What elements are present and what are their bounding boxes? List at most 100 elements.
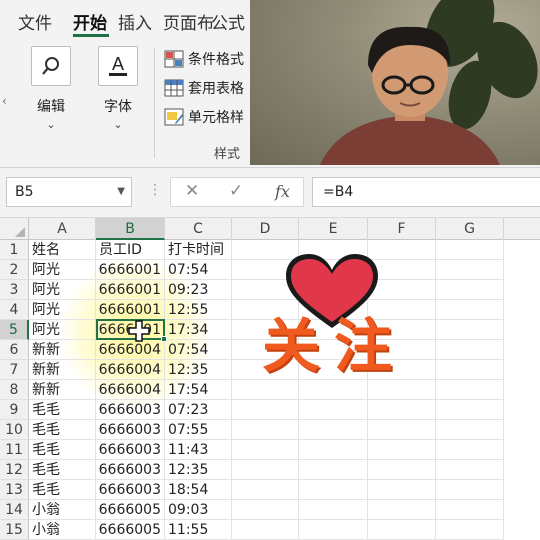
formula-bar-grip-icon[interactable]: ⋮ xyxy=(148,182,162,198)
cell-a[interactable]: 阿光 xyxy=(29,280,96,300)
cell-g[interactable] xyxy=(436,360,504,380)
tab-insert[interactable]: 插入 xyxy=(118,9,152,34)
column-header-f[interactable]: F xyxy=(368,218,436,240)
row-header[interactable]: 4 xyxy=(0,300,29,320)
cell-a[interactable]: 阿光 xyxy=(29,260,96,280)
cell-g[interactable] xyxy=(436,320,504,340)
cell-a[interactable]: 阿光 xyxy=(29,320,96,340)
cell-b[interactable]: 6666001 xyxy=(96,260,165,280)
font-button[interactable]: A 字体 ⌄ xyxy=(89,46,147,131)
tab-page-layout[interactable]: 页面布 xyxy=(163,9,214,34)
cell-e[interactable] xyxy=(299,440,368,460)
tab-file[interactable]: 文件 xyxy=(18,9,52,34)
cancel-icon[interactable]: ✕ xyxy=(185,181,199,201)
cell-a[interactable]: 新新 xyxy=(29,360,96,380)
cell-b[interactable]: 6666003 xyxy=(96,420,165,440)
cell-a[interactable]: 毛毛 xyxy=(29,480,96,500)
cell-e[interactable] xyxy=(299,420,368,440)
cell-c[interactable]: 17:54 xyxy=(165,380,232,400)
cell-e[interactable] xyxy=(299,400,368,420)
column-header-e[interactable]: E xyxy=(299,218,368,240)
column-header-c[interactable]: C xyxy=(165,218,232,240)
cell-b[interactable]: 6666003 xyxy=(96,460,165,480)
cell-e[interactable] xyxy=(299,520,368,540)
cell-c[interactable]: 09:03 xyxy=(165,500,232,520)
cell-b[interactable]: 6666005 xyxy=(96,500,165,520)
tab-home[interactable]: 开始 xyxy=(73,9,107,34)
cell-a[interactable]: 毛毛 xyxy=(29,460,96,480)
cell-c[interactable]: 07:54 xyxy=(165,340,232,360)
cell-g[interactable] xyxy=(436,500,504,520)
cell-f[interactable] xyxy=(368,440,436,460)
cell-c[interactable]: 17:34 xyxy=(165,320,232,340)
row-header[interactable]: 15 xyxy=(0,520,29,540)
cell-c[interactable]: 12:35 xyxy=(165,460,232,480)
cell-d[interactable] xyxy=(232,420,299,440)
enter-icon[interactable]: ✓ xyxy=(229,181,243,201)
cell-g[interactable] xyxy=(436,400,504,420)
cell-b[interactable]: 6666004 xyxy=(96,380,165,400)
row-header[interactable]: 10 xyxy=(0,420,29,440)
editing-button[interactable]: 编辑 ⌄ xyxy=(22,46,80,131)
name-box[interactable]: B5 ▼ xyxy=(6,177,132,207)
cell-a[interactable]: 小翁 xyxy=(29,520,96,540)
row-header[interactable]: 2 xyxy=(0,260,29,280)
row-header[interactable]: 7 xyxy=(0,360,29,380)
cell-b[interactable]: 6666003 xyxy=(96,440,165,460)
cell-c[interactable]: 07:55 xyxy=(165,420,232,440)
cell-c[interactable]: 11:55 xyxy=(165,520,232,540)
cell-b[interactable]: 6666001 xyxy=(96,300,165,320)
cell-e[interactable] xyxy=(299,500,368,520)
cell-f[interactable] xyxy=(368,520,436,540)
tab-formulas[interactable]: 公式 xyxy=(211,9,245,34)
cell-f[interactable] xyxy=(368,500,436,520)
cell-d[interactable] xyxy=(232,500,299,520)
cell-g[interactable] xyxy=(436,420,504,440)
row-header[interactable]: 6 xyxy=(0,340,29,360)
cell-d[interactable] xyxy=(232,480,299,500)
cell-c[interactable]: 11:43 xyxy=(165,440,232,460)
cell-b[interactable]: 6666003 xyxy=(96,480,165,500)
cell-a[interactable]: 新新 xyxy=(29,340,96,360)
cell-d[interactable] xyxy=(232,400,299,420)
cell-a[interactable]: 新新 xyxy=(29,380,96,400)
cell-f[interactable] xyxy=(368,480,436,500)
cell-a[interactable]: 小翁 xyxy=(29,500,96,520)
cell-g[interactable] xyxy=(436,340,504,360)
conditional-format-button[interactable]: 条件格式 xyxy=(164,48,244,70)
chevron-down-icon[interactable]: ▼ xyxy=(117,186,125,197)
cell-f[interactable] xyxy=(368,420,436,440)
cell-c[interactable]: 12:35 xyxy=(165,360,232,380)
row-header[interactable]: 9 xyxy=(0,400,29,420)
cell-c[interactable]: 07:23 xyxy=(165,400,232,420)
row-header[interactable]: 3 xyxy=(0,280,29,300)
cell-d[interactable] xyxy=(232,520,299,540)
cell-c[interactable]: 18:54 xyxy=(165,480,232,500)
cell-b[interactable]: 6666003 xyxy=(96,400,165,420)
cell-d[interactable] xyxy=(232,440,299,460)
column-header-d[interactable]: D xyxy=(232,218,299,240)
fill-handle[interactable] xyxy=(161,336,167,342)
cell-g[interactable] xyxy=(436,480,504,500)
cell-a[interactable]: 毛毛 xyxy=(29,400,96,420)
cell-f[interactable] xyxy=(368,460,436,480)
select-all-button[interactable] xyxy=(0,218,29,240)
cell-a[interactable]: 毛毛 xyxy=(29,440,96,460)
cell-e[interactable] xyxy=(299,460,368,480)
cell-c[interactable]: 12:55 xyxy=(165,300,232,320)
cell-c[interactable]: 07:54 xyxy=(165,260,232,280)
row-header[interactable]: 11 xyxy=(0,440,29,460)
row-header[interactable]: 1 xyxy=(0,240,29,260)
column-header-a[interactable]: A xyxy=(29,218,96,240)
format-as-table-button[interactable]: 套用表格 xyxy=(164,77,244,99)
cell-b[interactable]: 6666001 xyxy=(96,280,165,300)
cell-g[interactable] xyxy=(436,260,504,280)
row-header[interactable]: 14 xyxy=(0,500,29,520)
column-header-g[interactable]: G xyxy=(436,218,504,240)
row-header[interactable]: 12 xyxy=(0,460,29,480)
cell-styles-button[interactable]: 单元格样 xyxy=(164,106,244,128)
cell-b[interactable]: 6666004 xyxy=(96,340,165,360)
column-header-b[interactable]: B xyxy=(96,218,165,240)
cell-a[interactable]: 阿光 xyxy=(29,300,96,320)
cell-d[interactable] xyxy=(232,460,299,480)
